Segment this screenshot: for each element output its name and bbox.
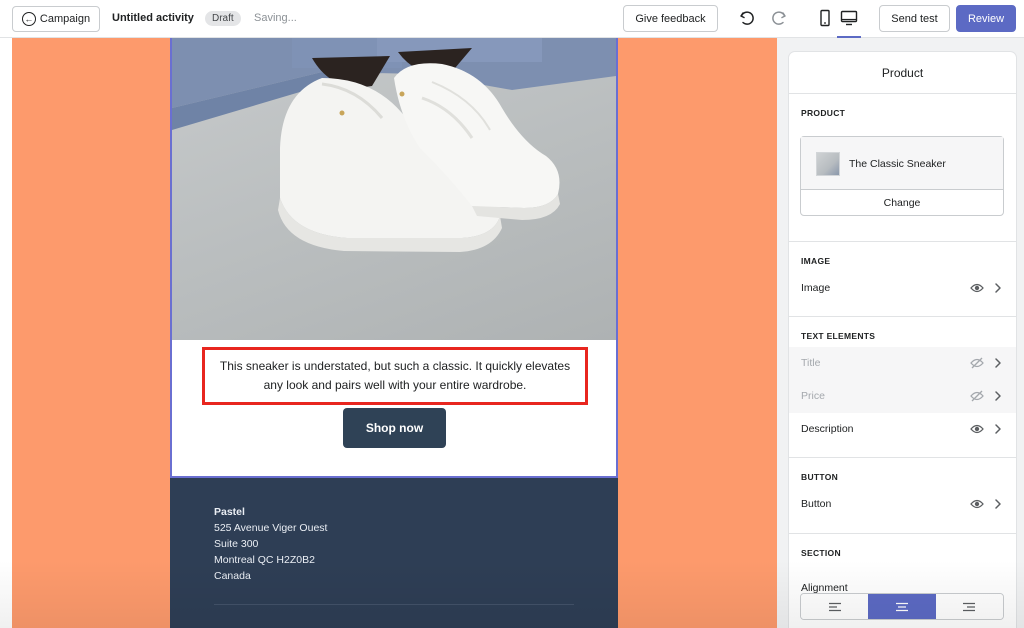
button-section-title: BUTTON — [801, 472, 839, 482]
chevron-right-icon[interactable] — [994, 357, 1002, 369]
change-product-button[interactable]: Change — [801, 190, 1003, 216]
product-description-text: This sneaker is understated, but such a … — [219, 359, 571, 392]
button-row-label: Button — [801, 498, 832, 510]
top-bar: ← Campaign Untitled activity Draft Savin… — [0, 0, 1024, 39]
chevron-right-icon[interactable] — [994, 282, 1002, 294]
description-row[interactable]: Description — [789, 413, 1016, 446]
chevron-right-icon[interactable] — [994, 498, 1002, 510]
price-row-label: Price — [801, 390, 825, 402]
mobile-preview-icon[interactable] — [818, 9, 832, 27]
footer-brand: Pastel — [214, 506, 245, 518]
chevron-right-icon[interactable] — [994, 390, 1002, 402]
footer-address: Pastel 525 Avenue Viger Ouest Suite 300 … — [214, 504, 327, 584]
back-arrow-icon: ← — [21, 12, 36, 26]
undo-icon[interactable] — [738, 9, 756, 27]
footer-address-line: Canada — [214, 570, 251, 582]
activity-title: Untitled activity — [112, 12, 194, 24]
back-button-label: Campaign — [39, 13, 91, 25]
give-feedback-button[interactable]: Give feedback — [623, 5, 718, 32]
footer-address-line: 525 Avenue Viger Ouest — [214, 522, 328, 534]
image-section-title: IMAGE — [801, 256, 831, 266]
saving-status: Saving... — [254, 12, 297, 24]
align-center-icon — [895, 602, 908, 611]
product-block[interactable]: This sneaker is understated, but such a … — [170, 38, 618, 478]
eye-icon[interactable] — [970, 498, 984, 510]
redo-icon[interactable] — [770, 9, 788, 27]
button-section: BUTTON Button — [789, 458, 1016, 534]
title-row-label: Title — [801, 357, 821, 369]
title-row[interactable]: Title — [789, 347, 1016, 380]
footer-address-line: Suite 300 — [214, 538, 259, 550]
alignment-toggle-group — [800, 593, 1004, 620]
highlighted-description[interactable]: This sneaker is understated, but such a … — [202, 347, 588, 405]
desktop-preview-icon[interactable] — [840, 9, 858, 27]
button-row[interactable]: Button — [789, 488, 1016, 521]
email-body: This sneaker is understated, but such a … — [170, 38, 618, 628]
eye-hidden-icon[interactable] — [970, 357, 984, 369]
section-settings-title: SECTION — [801, 548, 841, 558]
chevron-right-icon[interactable] — [994, 423, 1002, 435]
email-footer[interactable]: Pastel 525 Avenue Viger Ouest Suite 300 … — [170, 478, 618, 628]
footer-address-line: Montreal QC H2Z0B2 — [214, 554, 315, 566]
eye-icon[interactable] — [970, 423, 984, 435]
align-left-button[interactable] — [801, 594, 869, 619]
description-row-label: Description — [801, 423, 854, 435]
price-row[interactable]: Price — [789, 380, 1016, 413]
eye-icon[interactable] — [970, 282, 984, 294]
shop-now-button[interactable]: Shop now — [343, 408, 446, 448]
align-right-button[interactable] — [935, 594, 1003, 619]
product-settings-panel: Product PRODUCT The Classic Sneaker Chan… — [789, 52, 1016, 628]
footer-divider — [214, 604, 574, 605]
email-canvas: This sneaker is understated, but such a … — [12, 38, 777, 628]
status-badge: Draft — [205, 11, 241, 26]
product-picker-card: The Classic Sneaker Change — [800, 136, 1004, 216]
product-thumbnail — [816, 152, 840, 176]
review-button[interactable]: Review — [956, 5, 1016, 32]
image-row[interactable]: Image — [789, 272, 1016, 305]
product-image[interactable] — [172, 38, 616, 340]
selected-product[interactable]: The Classic Sneaker — [801, 137, 1003, 190]
align-center-button[interactable] — [868, 594, 936, 619]
panel-title: Product — [789, 52, 1016, 94]
sneaker-photo-illustration — [172, 38, 616, 252]
text-elements-section: TEXT ELEMENTS Title Price Description — [789, 317, 1016, 458]
product-section-title: PRODUCT — [801, 108, 846, 118]
image-section: IMAGE Image — [789, 242, 1016, 317]
eye-hidden-icon[interactable] — [970, 390, 984, 402]
text-elements-section-title: TEXT ELEMENTS — [801, 331, 876, 341]
align-left-icon — [828, 602, 841, 611]
back-to-campaign-button[interactable]: ← Campaign — [12, 6, 100, 32]
send-test-button[interactable]: Send test — [879, 5, 950, 32]
product-name: The Classic Sneaker — [849, 158, 946, 170]
align-right-icon — [963, 602, 976, 611]
image-row-label: Image — [801, 282, 831, 294]
